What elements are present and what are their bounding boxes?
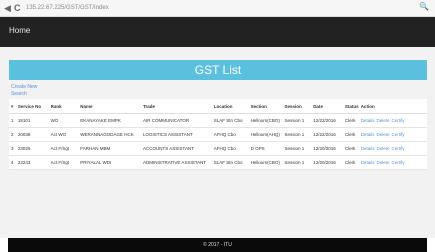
table-cell: ADMINISTRATIVE ASSISTANT xyxy=(141,155,212,170)
delete-link[interactable]: Delete xyxy=(376,118,389,123)
column-header[interactable]: Status xyxy=(342,99,359,114)
table-cell: 23243 xyxy=(15,155,49,170)
table-cell: FARHAN MBM xyxy=(78,141,142,156)
table-cell: ACCOUNTS ASSISTANT xyxy=(141,141,212,156)
table-cell: Act WO xyxy=(48,127,79,142)
table-cell: PRIYALAL WDI xyxy=(78,155,142,170)
footer-text: © 2017 - ITU xyxy=(203,242,232,248)
search-link[interactable]: Search xyxy=(11,91,37,98)
table-row: 3 23026 Act F/Sgt FARHAN MBM ACCOUNTS AS… xyxy=(9,141,427,156)
table-cell: Session 1 xyxy=(282,141,312,156)
table-cell: SLAF Stn Cbo xyxy=(211,155,249,170)
details-link[interactable]: Details xyxy=(361,118,375,123)
table-cell: Clerk xyxy=(342,127,359,142)
table-cell: 2 xyxy=(9,127,16,142)
column-header[interactable]: Trade xyxy=(141,99,212,114)
address-bar[interactable]: 135.22.67.225/GST/GST/Index xyxy=(26,3,109,13)
table-cell: Clerk xyxy=(342,141,359,156)
table-cell: WERANNAGODAGE HCK xyxy=(78,127,142,142)
details-link[interactable]: Details xyxy=(361,146,375,151)
table-cell: 23026 xyxy=(15,141,49,156)
table-row: 1 19101 WO EKANAYAKE EMPK AIR COMMUNICAT… xyxy=(9,113,427,128)
top-navbar: Home xyxy=(0,17,435,47)
reload-icon[interactable]: C xyxy=(14,2,21,14)
certify-link[interactable]: Certify xyxy=(391,118,404,123)
column-header[interactable]: # xyxy=(9,99,16,114)
table-cell: Hellours(AHQ) xyxy=(248,127,283,142)
table-cell: Act F/Sgt xyxy=(48,155,79,170)
action-cell: Details Delete Certify xyxy=(358,113,427,128)
back-icon[interactable]: ◀ xyxy=(4,2,11,14)
extension-icon[interactable]: 🔍 xyxy=(419,2,429,11)
page-links: Create New Search xyxy=(11,84,37,98)
delete-link[interactable]: Delete xyxy=(376,132,389,137)
column-header[interactable]: Date xyxy=(311,99,343,114)
table-cell: AFHQ Cbo xyxy=(211,127,249,142)
table-header-row: # Service No Rank Name Trade Location Se… xyxy=(9,99,427,114)
table-cell: 12/20/2016 xyxy=(311,155,343,170)
action-cell: Details Delete Certify xyxy=(358,155,427,170)
table-cell: EKANAYAKE EMPK xyxy=(78,113,142,128)
column-header: Action xyxy=(358,99,427,114)
table-cell: 3 xyxy=(9,141,16,156)
column-header[interactable]: Name xyxy=(78,99,142,114)
column-header[interactable]: Rank xyxy=(48,99,79,114)
table-cell: AIR COMMUNICATOR xyxy=(141,113,212,128)
table-cell: 19101 xyxy=(15,113,49,128)
details-link[interactable]: Details xyxy=(361,160,375,165)
delete-link[interactable]: Delete xyxy=(376,160,389,165)
table-row: 4 23243 Act F/Sgt PRIYALAL WDI ADMINISTR… xyxy=(9,155,427,170)
table-cell: 12/22/2016 xyxy=(311,113,343,128)
action-cell: Details Delete Certify xyxy=(358,141,427,156)
table-cell: SLAF Stn Cbo xyxy=(211,113,249,128)
column-header[interactable]: Location xyxy=(211,99,249,114)
table-cell: D OPS xyxy=(248,141,283,156)
table-cell: WO xyxy=(48,113,79,128)
certify-link[interactable]: Certify xyxy=(391,160,404,165)
title-banner: GST List xyxy=(9,60,427,80)
action-cell: Details Delete Certify xyxy=(358,127,427,142)
table-cell: 20038 xyxy=(15,127,49,142)
table-cell: Session 1 xyxy=(282,127,312,142)
browser-toolbar: ◀ C 135.22.67.225/GST/GST/Index 🔍 xyxy=(0,0,435,17)
table-cell: 1 xyxy=(9,113,16,128)
table-cell: Clerk xyxy=(342,155,359,170)
main-content: GST List Create New Search # Service No … xyxy=(0,47,435,238)
table-cell: 12/20/2016 xyxy=(311,141,343,156)
column-header[interactable]: Session xyxy=(282,99,312,114)
table-row: 2 20038 Act WO WERANNAGODAGE HCK LOGISTI… xyxy=(9,127,427,142)
details-link[interactable]: Details xyxy=(361,132,375,137)
table-cell: 12/22/2016 xyxy=(311,127,343,142)
table-cell: Clerk xyxy=(342,113,359,128)
certify-link[interactable]: Certify xyxy=(391,146,404,151)
page-title: GST List xyxy=(194,63,242,77)
certify-link[interactable]: Certify xyxy=(391,132,404,137)
table-cell: Hellours(CBO) xyxy=(248,113,283,128)
gst-table: # Service No Rank Name Trade Location Se… xyxy=(9,99,427,170)
table-cell: LOGISTICS ASSISTANT xyxy=(141,127,212,142)
table-cell: 4 xyxy=(9,155,16,170)
column-header[interactable]: Section xyxy=(248,99,283,114)
column-header[interactable]: Service No xyxy=(15,99,49,114)
table-cell: Act F/Sgt xyxy=(48,141,79,156)
footer: © 2017 - ITU xyxy=(8,238,427,252)
home-link[interactable]: Home xyxy=(9,26,30,35)
table-cell: Session 1 xyxy=(282,113,312,128)
table-cell: Hellours(CBO) xyxy=(248,155,283,170)
create-new-link[interactable]: Create New xyxy=(11,84,37,91)
table-cell: Session 1 xyxy=(282,155,312,170)
table-cell: AFHQ Cbo xyxy=(211,141,249,156)
delete-link[interactable]: Delete xyxy=(376,146,389,151)
